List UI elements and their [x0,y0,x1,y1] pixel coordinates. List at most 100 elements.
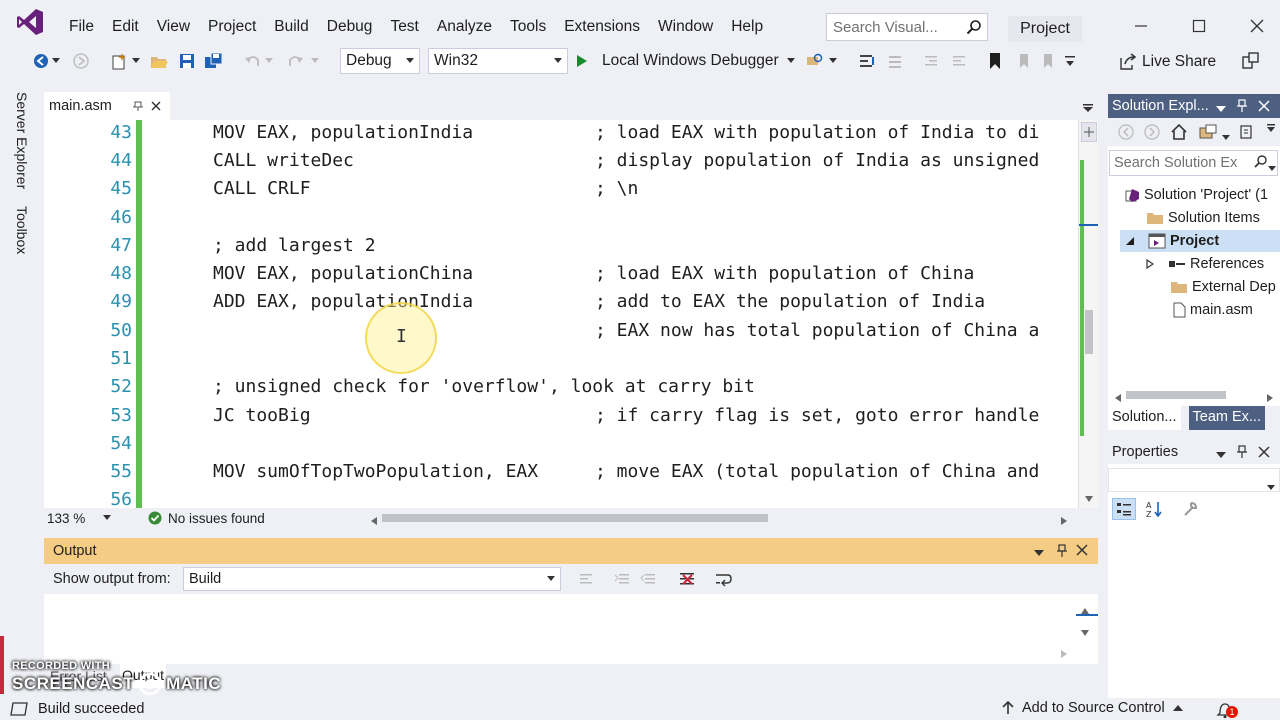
pin-icon[interactable] [132,100,144,112]
search-icon[interactable] [1254,154,1268,174]
scroll-down-icon[interactable] [1084,490,1094,506]
add-to-source-control-button[interactable]: Add to Source Control [1002,700,1183,716]
code-line[interactable]: 55 MOV sumOfTopTwoPopulation, EAX ; move E… [44,459,1078,487]
solution-search-input[interactable]: Search Solution Ex [1109,150,1278,176]
new-project-icon[interactable] [108,50,130,72]
chevron-down-icon[interactable] [1034,546,1044,562]
chevron-down-icon[interactable] [1216,448,1226,464]
search-input[interactable]: Search Visual... [826,13,988,41]
clear-all-icon[interactable] [678,571,696,591]
tree-item-solution-items[interactable]: Solution Items [1146,207,1260,229]
pin-icon[interactable] [1236,99,1248,117]
pin-icon[interactable] [1056,544,1068,562]
pending-changes-icon[interactable] [1238,123,1254,144]
menu-build[interactable]: Build [265,0,317,44]
code-line[interactable]: 53 JC tooBig ; if carry flag is set, goto … [44,403,1078,431]
editor-vertical-scrollbar[interactable] [1078,120,1098,508]
tree-item-project[interactable]: Project [1120,230,1280,252]
code-line[interactable]: 47 ; add largest 2 [44,233,1078,261]
tab-main-asm[interactable]: main.asm [44,92,170,120]
scroll-left-icon[interactable] [1114,390,1122,406]
open-file-icon[interactable] [148,50,170,72]
scroll-left-icon[interactable] [370,514,378,529]
code-line[interactable]: 46 [44,205,1078,233]
scroll-right-icon[interactable] [1266,390,1274,406]
menu-analyze[interactable]: Analyze [428,0,501,44]
save-all-icon[interactable] [203,50,225,72]
menu-project[interactable]: Project [199,0,265,44]
start-debugging-button[interactable]: Local Windows Debugger [576,48,795,74]
horizontal-scrollbar-thumb[interactable] [382,514,768,522]
bookmark-icon[interactable] [984,50,1006,72]
menu-test[interactable]: Test [381,0,427,44]
alphabetical-icon[interactable]: AZ [1142,498,1166,520]
solution-platform-select[interactable]: Win32 [428,48,568,74]
menu-edit[interactable]: Edit [103,0,148,44]
code-editor[interactable]: 43 MOV EAX, populationIndia ; load EAX wit… [44,120,1098,508]
menu-extensions[interactable]: Extensions [555,0,649,44]
visual-studio-logo-icon[interactable] [0,0,60,44]
navigate-back-icon[interactable] [30,50,52,72]
split-editor-icon[interactable] [1081,122,1097,142]
scrollbar-thumb[interactable] [1085,310,1093,354]
switch-views-icon[interactable] [1198,123,1218,144]
code-line[interactable]: 45 CALL CRLF ; \n [44,176,1078,204]
toggle-word-wrap-icon[interactable] [714,571,732,591]
menu-tools[interactable]: Tools [501,0,555,44]
code-line[interactable]: 44 CALL writeDec ; display population of I… [44,148,1078,176]
categorized-icon[interactable] [1112,498,1136,520]
menu-view[interactable]: View [148,0,199,44]
notifications-button[interactable]: 1 [1216,700,1238,718]
tab-overflow-icon[interactable] [1082,100,1094,116]
server-explorer-tab[interactable]: Server Explorer [14,92,30,189]
close-panel-icon[interactable] [1258,100,1270,116]
issues-indicator[interactable]: No issues found [148,511,265,526]
chevron-down-icon[interactable] [826,50,840,72]
minimize-icon[interactable] [1126,12,1156,40]
scroll-right-icon[interactable] [1060,514,1068,529]
pin-icon[interactable] [1236,445,1248,463]
code-line[interactable]: 52 ; unsigned check for 'overflow', look … [44,374,1078,402]
close-window-icon[interactable] [1242,12,1272,40]
toolbar-overflow-icon[interactable] [1062,50,1078,72]
code-line[interactable]: 56 [44,487,1078,508]
menu-help[interactable]: Help [722,0,772,44]
code-line[interactable]: 51 [44,346,1078,374]
chevron-down-icon[interactable] [50,50,62,72]
search-icon[interactable] [961,14,987,40]
maximize-icon[interactable] [1184,12,1214,40]
code-line[interactable]: 43 MOV EAX, populationIndia ; load EAX wit… [44,120,1078,148]
toolbar-overflow-icon[interactable] [1266,120,1276,136]
scroll-down-icon[interactable] [1080,624,1090,640]
close-tab-icon[interactable] [150,100,162,112]
code-line[interactable]: 50 ; EAX now has total population of Chin… [44,318,1078,346]
code-line[interactable]: 49 ADD EAX, populationIndia ; add to EAX t… [44,289,1078,317]
chevron-down-icon[interactable] [130,50,142,72]
tree-item-references[interactable]: References [1142,253,1264,275]
find-in-files-icon[interactable] [803,50,825,72]
feedback-icon[interactable] [1240,50,1262,72]
solution-configuration-select[interactable]: Debug [340,48,420,74]
zoom-select[interactable]: 133 % [44,511,120,526]
chevron-down-icon[interactable] [1222,128,1230,144]
tree-item-main-asm[interactable]: main.asm [1172,299,1253,321]
save-icon[interactable] [176,50,198,72]
close-panel-icon[interactable] [1076,544,1088,560]
tab-solution-explorer[interactable]: Solution... [1108,406,1181,430]
close-panel-icon[interactable] [1258,446,1270,462]
horizontal-scrollbar-thumb[interactable] [1126,391,1226,399]
scroll-right-icon[interactable] [1060,646,1068,662]
step-into-icon[interactable] [856,50,878,72]
chevron-down-icon[interactable] [1216,102,1226,118]
home-icon[interactable] [1170,123,1188,144]
toolbox-tab[interactable]: Toolbox [14,206,30,254]
output-source-select[interactable]: Build [183,567,561,591]
menu-window[interactable]: Window [649,0,722,44]
properties-object-select[interactable] [1108,468,1280,492]
menu-file[interactable]: File [60,0,103,44]
tree-item-external-dependencies[interactable]: External Dep [1170,276,1276,298]
menu-debug[interactable]: Debug [318,0,382,44]
chevron-down-icon[interactable] [786,58,795,64]
chevron-down-icon[interactable] [1268,160,1276,175]
code-line[interactable]: 54 [44,431,1078,459]
